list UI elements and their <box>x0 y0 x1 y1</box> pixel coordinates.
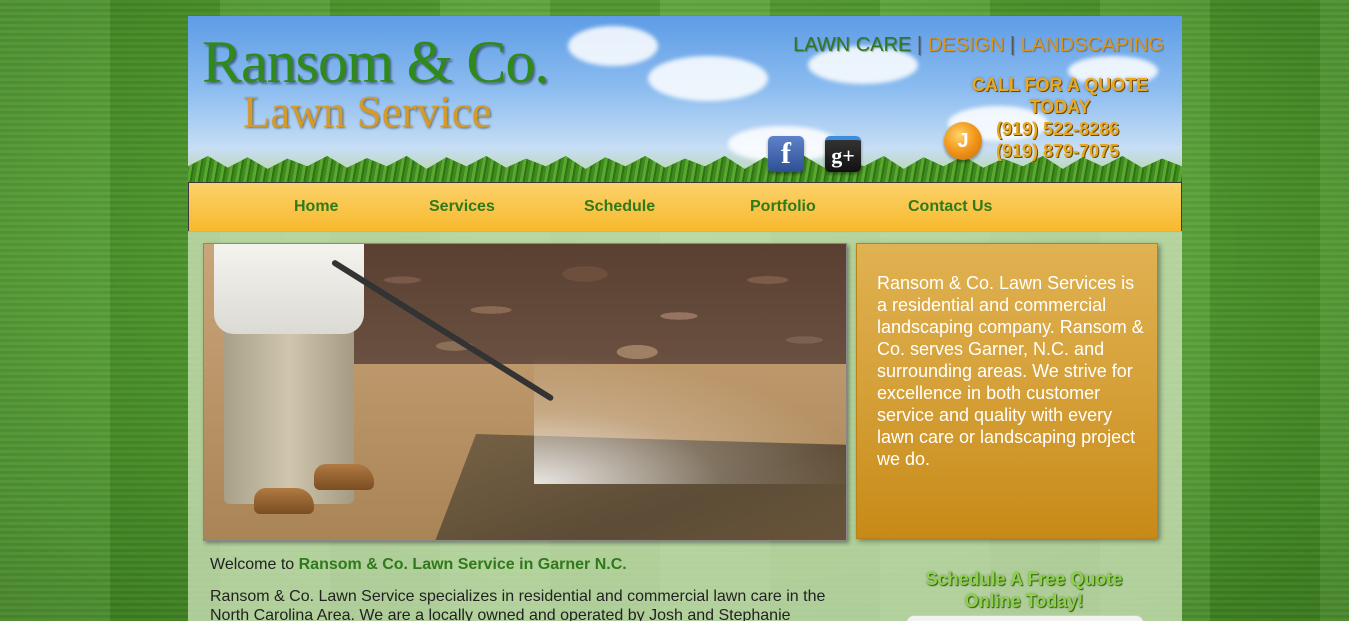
cloud-decoration <box>568 26 658 66</box>
schedule-cta-line-1[interactable]: Schedule A Free Quote <box>906 568 1142 590</box>
schedule-widget[interactable] <box>906 615 1144 621</box>
cloud-decoration <box>648 56 768 101</box>
tagline-separator: | <box>1004 34 1021 56</box>
schedule-quote-cta[interactable]: Schedule A Free Quote Online Today! <box>906 568 1142 612</box>
quote-line-1: CALL FOR A QUOTE <box>971 75 1149 95</box>
hero-boot <box>314 464 374 490</box>
hero-boot <box>254 488 314 514</box>
main-content: Ransom & Co. Lawn Services is a resident… <box>188 231 1182 621</box>
tagline-separator: | <box>911 34 928 56</box>
google-plus-glyph: g+ <box>831 143 855 168</box>
google-plus-icon[interactable]: g+ <box>825 136 861 172</box>
phone-numbers: (919) 522-8286 (919) 879-7075 <box>996 118 1119 162</box>
schedule-cta-line-2[interactable]: Online Today! <box>906 590 1142 612</box>
welcome-business-name: Ransom & Co. Lawn Service in Garner N.C. <box>298 556 627 573</box>
about-box: Ransom & Co. Lawn Services is a resident… <box>856 243 1158 539</box>
nav-contact-us[interactable]: Contact Us <box>908 198 992 216</box>
hero-water-spray <box>534 354 846 484</box>
nav-portfolio[interactable]: Portfolio <box>750 198 816 216</box>
site-header: Ransom & Co. Lawn Service LAWN CARE | DE… <box>188 16 1182 182</box>
phone-icon[interactable]: J <box>944 122 982 160</box>
about-text: Ransom & Co. Lawn Services is a resident… <box>877 273 1144 469</box>
nav-schedule[interactable]: Schedule <box>584 198 655 216</box>
brand-subtitle[interactable]: Lawn Service <box>243 86 492 138</box>
page-container: Ransom & Co. Lawn Service LAWN CARE | DE… <box>188 16 1182 621</box>
welcome-heading: Welcome to Ransom & Co. Lawn Service in … <box>210 556 627 574</box>
quote-line-2: TODAY <box>1029 97 1091 117</box>
nav-services[interactable]: Services <box>429 198 495 216</box>
tagline-lawn-care: LAWN CARE <box>793 34 912 56</box>
nav-home[interactable]: Home <box>294 198 338 216</box>
tagline: LAWN CARE | DESIGN | LANDSCAPING <box>793 34 1164 57</box>
tagline-landscaping: LANDSCAPING <box>1020 34 1164 56</box>
facebook-icon[interactable]: f <box>768 136 804 172</box>
phone-number-1[interactable]: (919) 522-8286 <box>996 118 1119 140</box>
phone-icon-glyph: J <box>957 129 969 152</box>
hero-image <box>203 243 847 541</box>
hero-worker-shirt <box>214 244 364 334</box>
phone-number-2[interactable]: (919) 879-7075 <box>996 140 1119 162</box>
facebook-glyph: f <box>781 137 791 170</box>
tagline-design: DESIGN <box>927 34 1005 56</box>
main-nav: Home Services Schedule Portfolio Contact… <box>188 182 1182 232</box>
welcome-prefix: Welcome to <box>210 556 299 573</box>
call-for-quote: CALL FOR A QUOTE TODAY <box>948 74 1172 118</box>
intro-paragraph: Ransom & Co. Lawn Service specializes in… <box>210 588 826 621</box>
